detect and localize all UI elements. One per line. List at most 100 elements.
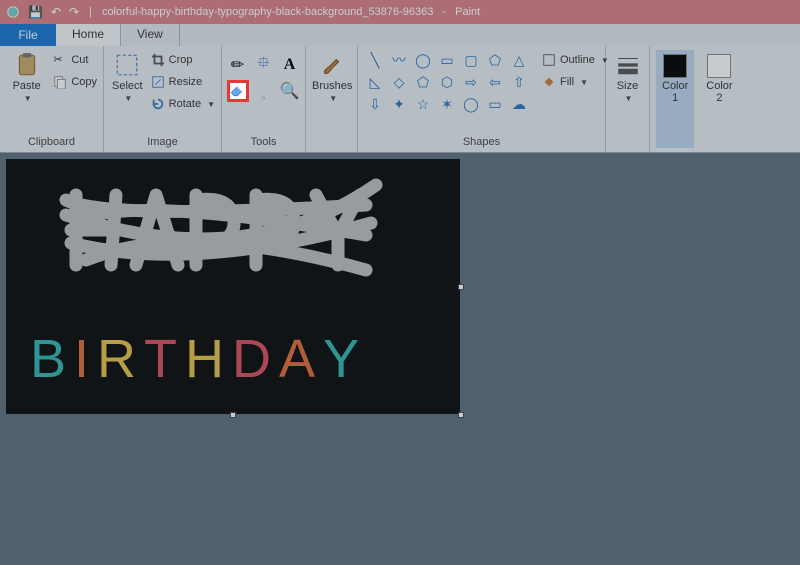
rotate-label: Rotate — [169, 98, 201, 110]
select-icon — [114, 52, 140, 78]
group-tools-label: Tools — [228, 136, 299, 150]
outline-icon — [542, 53, 556, 67]
group-size: Size ▼ — [606, 46, 650, 152]
group-clipboard: Paste ▼ ✂ Cut Copy Clipboard — [0, 46, 104, 152]
group-shapes: ╲ 〰 ◯ ▭ ▢ ⬠ △ ◺ ◇ ⬠ ⬡ ⇨ ⇦ ⇧ ⇩ ✦ ☆ ✶ ◯ ▭ — [358, 46, 606, 152]
magnifier-tool[interactable]: 🔍 — [279, 80, 301, 102]
brush-icon — [319, 52, 345, 78]
resize-handle-right[interactable] — [458, 284, 464, 290]
shapes-gallery[interactable]: ╲ 〰 ◯ ▭ ▢ ⬠ △ ◺ ◇ ⬠ ⬡ ⇨ ⇦ ⇧ ⇩ ✦ ☆ ✶ ◯ ▭ — [364, 50, 530, 136]
color1-label: Color 1 — [662, 80, 688, 104]
shape-right-triangle-icon[interactable]: ◺ — [364, 72, 386, 92]
rotate-button[interactable]: Rotate ▼ — [151, 94, 215, 114]
select-label: Select — [112, 80, 143, 92]
chevron-down-icon: ▼ — [24, 94, 32, 103]
canvas[interactable]: BIRTHDAY — [6, 159, 460, 414]
shape-callout-round-icon[interactable]: ◯ — [460, 94, 482, 114]
color1-button[interactable]: Color 1 — [656, 50, 694, 148]
shape-line-icon[interactable]: ╲ — [364, 50, 386, 70]
group-brushes-label — [312, 148, 351, 150]
redo-icon[interactable]: ↷ — [69, 5, 79, 19]
shape-arrow-left-icon[interactable]: ⇦ — [484, 72, 506, 92]
rotate-icon — [151, 97, 165, 111]
chevron-down-icon: ▼ — [124, 94, 132, 103]
shape-triangle-icon[interactable]: △ — [508, 50, 530, 70]
copy-label: Copy — [71, 76, 97, 88]
tab-home[interactable]: Home — [56, 24, 121, 46]
shape-star4-icon[interactable]: ✦ — [388, 94, 410, 114]
group-colors-label — [656, 148, 734, 150]
paste-label: Paste — [13, 80, 41, 92]
ribbon-tabs: File Home View — [0, 24, 800, 46]
scribble-happy — [6, 165, 460, 305]
title-bar: 💾 ↶ ↷ | colorful-happy-birthday-typograp… — [0, 0, 800, 24]
save-icon[interactable]: 💾 — [28, 5, 43, 19]
shape-roundrect-icon[interactable]: ▢ — [460, 50, 482, 70]
shape-arrow-down-icon[interactable]: ⇩ — [364, 94, 386, 114]
color2-swatch — [707, 54, 731, 78]
shape-hexagon-icon[interactable]: ⬡ — [436, 72, 458, 92]
workspace[interactable]: BIRTHDAY — [0, 153, 800, 565]
copy-icon — [53, 75, 67, 89]
shape-oval-icon[interactable]: ◯ — [412, 50, 434, 70]
eyedropper-icon: 𓈒 — [261, 78, 265, 104]
fill-tool[interactable]: ⯐ — [253, 54, 275, 76]
eraser-icon — [229, 80, 247, 103]
copy-button[interactable]: Copy — [53, 72, 97, 92]
color1-swatch — [663, 54, 687, 78]
outline-label: Outline — [560, 54, 595, 66]
crop-button[interactable]: Crop — [151, 50, 215, 70]
group-tools: ✏ ⯐ A 𓈒 🔍 Tools — [222, 46, 306, 152]
crop-icon — [151, 53, 165, 67]
pencil-tool[interactable]: ✏ — [227, 54, 249, 76]
shape-star5-icon[interactable]: ☆ — [412, 94, 434, 114]
shape-polygon-icon[interactable]: ⬠ — [484, 50, 506, 70]
shape-outline-button[interactable]: Outline ▼ — [542, 50, 609, 70]
undo-icon[interactable]: ↶ — [51, 5, 61, 19]
fill-label: Fill — [560, 76, 574, 88]
resize-handle-corner[interactable] — [458, 412, 464, 418]
size-label: Size — [617, 80, 638, 92]
size-icon — [615, 52, 641, 78]
text-icon: A — [284, 56, 296, 74]
shape-arrow-right-icon[interactable]: ⇨ — [460, 72, 482, 92]
size-button[interactable]: Size ▼ — [612, 50, 643, 148]
shape-curve-icon[interactable]: 〰 — [388, 50, 410, 70]
chevron-down-icon: ▼ — [625, 94, 633, 103]
crop-label: Crop — [169, 54, 193, 66]
bucket-icon: ⯐ — [257, 52, 269, 79]
resize-icon — [151, 75, 165, 89]
shape-callout-rect-icon[interactable]: ▭ — [484, 94, 506, 114]
shape-fill-button[interactable]: Fill ▼ — [542, 72, 609, 92]
group-shapes-label: Shapes — [364, 136, 599, 150]
shape-rect-icon[interactable]: ▭ — [436, 50, 458, 70]
select-button[interactable]: Select ▼ — [110, 50, 145, 136]
paste-icon — [14, 52, 40, 78]
group-clipboard-label: Clipboard — [6, 136, 97, 150]
shape-callout-cloud-icon[interactable]: ☁ — [508, 94, 530, 114]
color2-button[interactable]: Color 2 — [700, 50, 738, 148]
pencil-icon: ✏ — [231, 55, 244, 75]
text-tool[interactable]: A — [279, 54, 301, 76]
fill-icon — [542, 75, 556, 89]
resize-button[interactable]: Resize — [151, 72, 215, 92]
cut-button[interactable]: ✂ Cut — [53, 50, 97, 70]
shape-star6-icon[interactable]: ✶ — [436, 94, 458, 114]
tab-view[interactable]: View — [121, 24, 180, 46]
brushes-button[interactable]: Brushes ▼ — [312, 50, 352, 148]
tab-file[interactable]: File — [0, 24, 56, 46]
document-title: colorful-happy-birthday-typography-black… — [102, 6, 433, 18]
color-picker-tool[interactable]: 𓈒 — [253, 80, 275, 102]
cut-icon: ✂ — [53, 53, 67, 67]
birthday-text: BIRTHDAY — [30, 328, 361, 390]
chevron-down-icon: ▼ — [207, 100, 215, 109]
chevron-down-icon: ▼ — [580, 78, 588, 87]
title-dash: - — [439, 6, 449, 18]
shape-pentagon-icon[interactable]: ⬠ — [412, 72, 434, 92]
shape-diamond-icon[interactable]: ◇ — [388, 72, 410, 92]
paste-button[interactable]: Paste ▼ — [6, 50, 47, 136]
group-colors: Color 1 Color 2 — [650, 46, 740, 152]
eraser-tool[interactable] — [227, 80, 249, 102]
resize-handle-bottom[interactable] — [230, 412, 236, 418]
shape-arrow-up-icon[interactable]: ⇧ — [508, 72, 530, 92]
